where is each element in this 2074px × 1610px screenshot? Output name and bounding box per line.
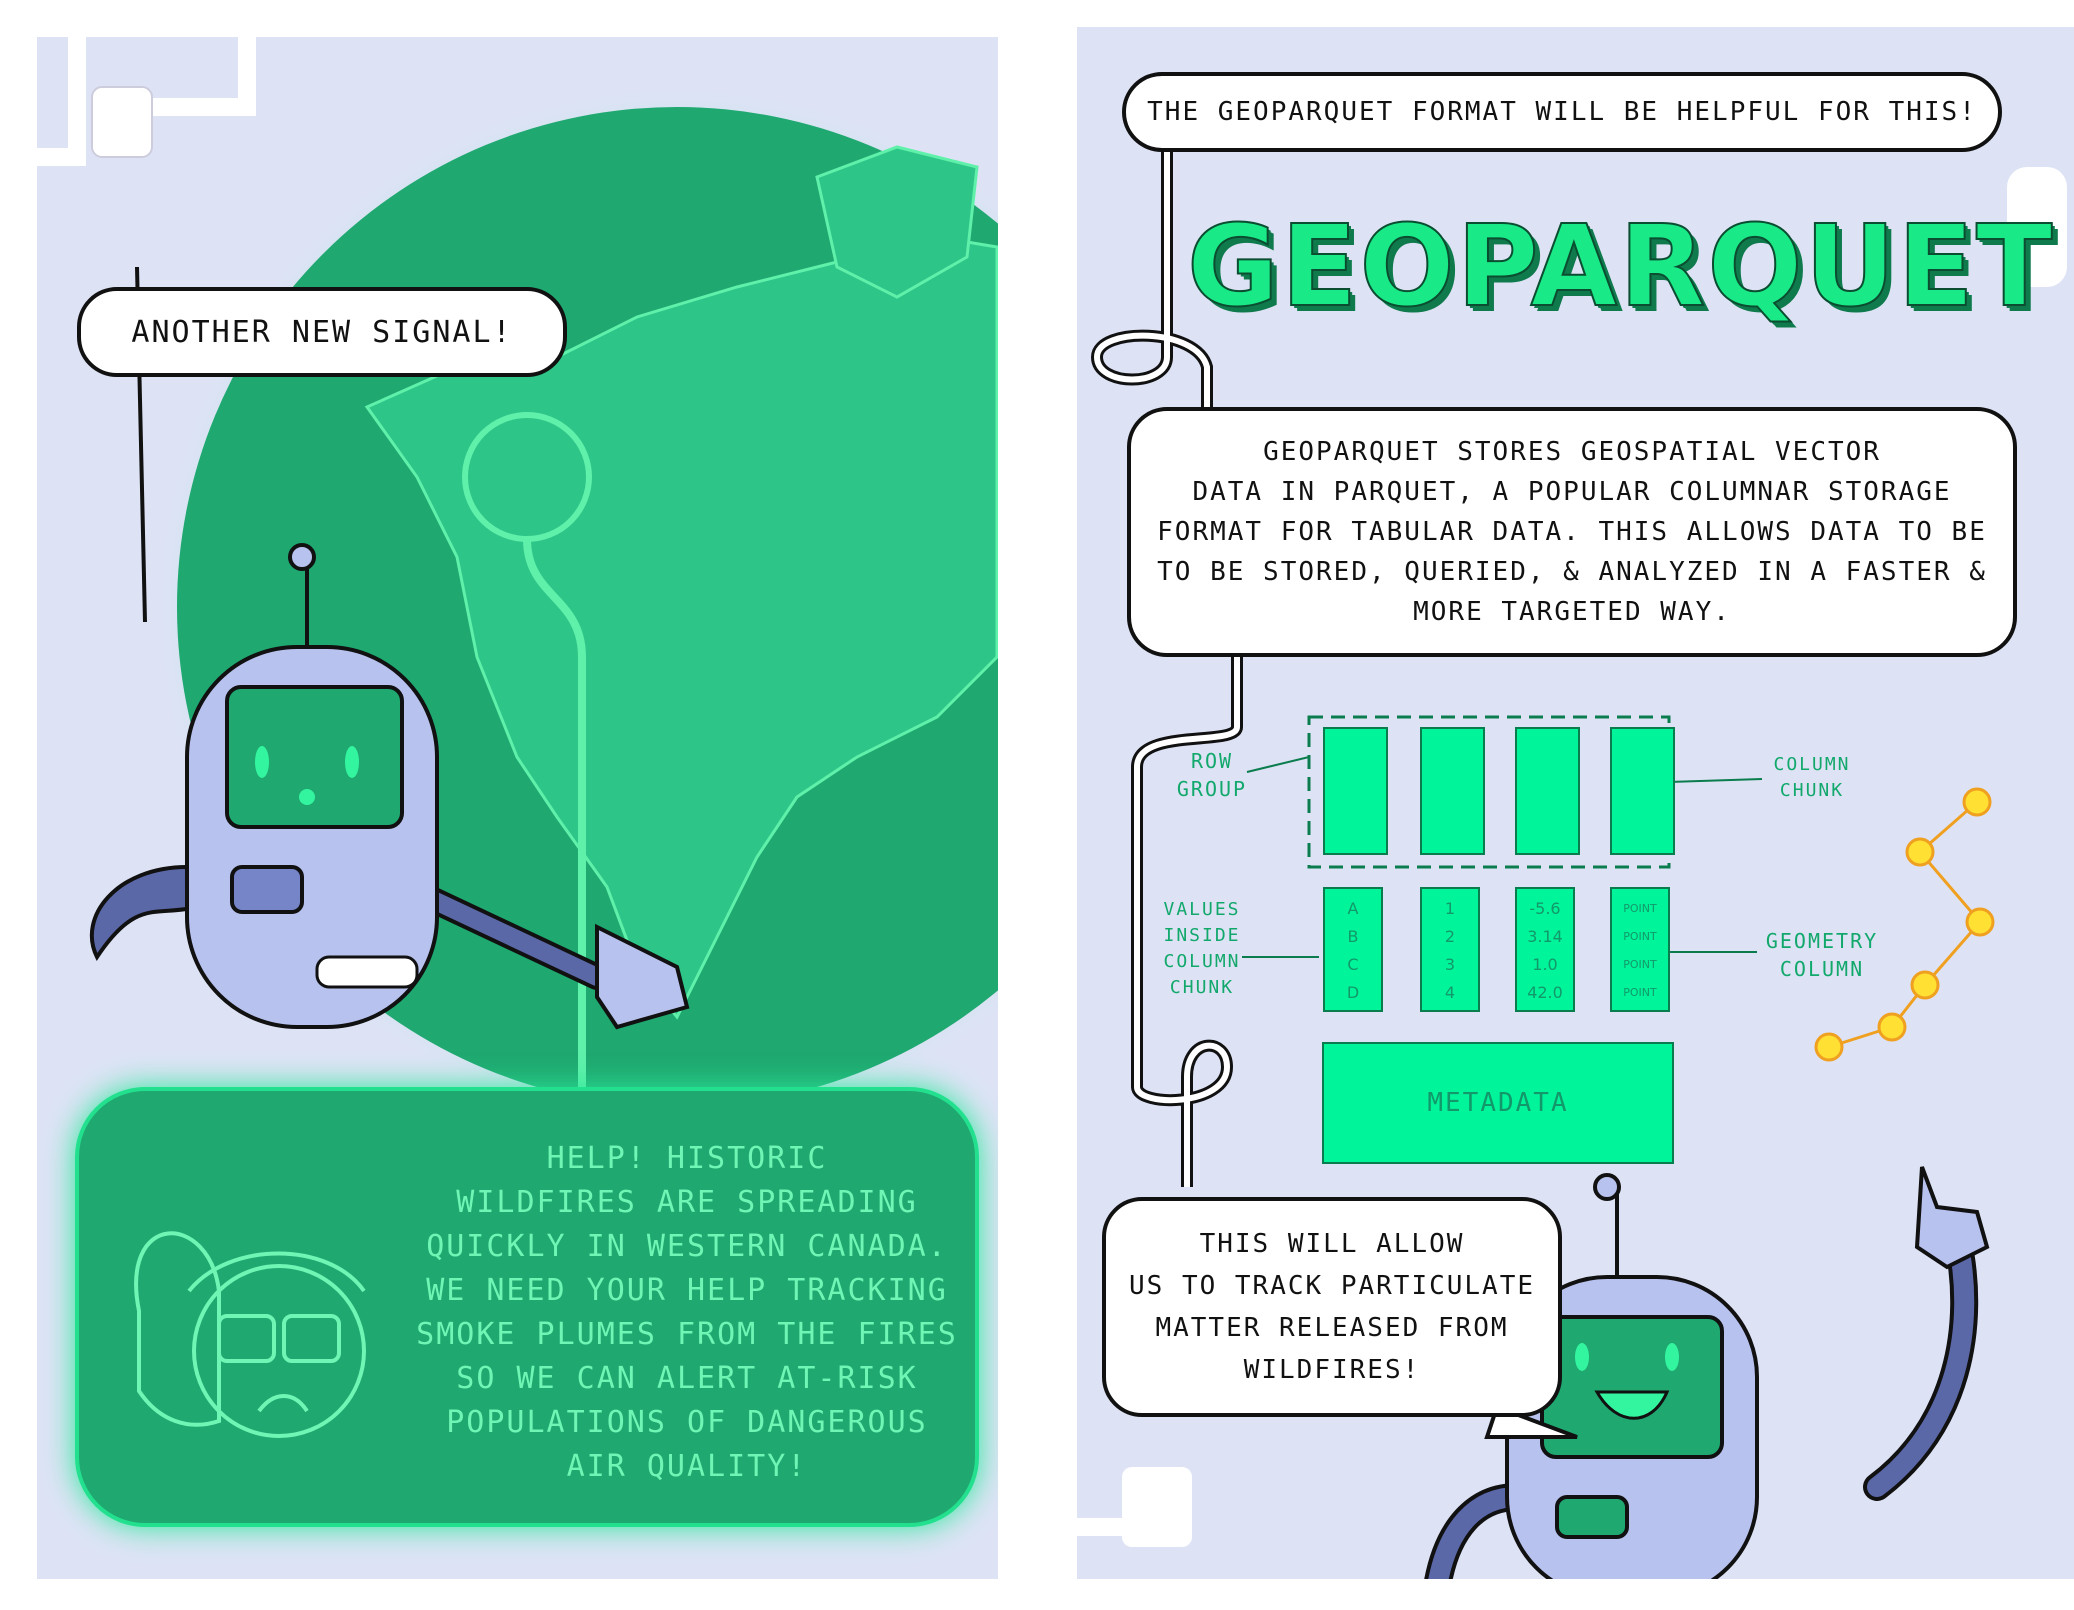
speech-text-top: THE GEOPARQUET FORMAT WILL BE HELPFUL FO… [1147,97,1977,127]
cell-value: POINT [1623,958,1657,971]
wall-panel-icon [1122,1467,1192,1547]
label-line: GROUP [1176,777,1248,801]
metadata-block: METADATA [1322,1042,1674,1164]
label-line: COLUMN [1163,951,1241,972]
speech-text-robot: ANOTHER NEW SIGNAL! [131,314,513,350]
cell-value: C [1347,955,1359,974]
values-column-letters: A B C D [1323,887,1383,1012]
speech-bubble-robot: ANOTHER NEW SIGNAL! [77,287,567,377]
explanation-line: MORE TARGETED WAY. [1413,597,1731,627]
transmission-line: WILDFIRES ARE SPREADING [456,1185,918,1220]
glasses-left-icon [217,1314,276,1363]
cell-value: POINT [1623,930,1657,943]
robot-eye-right [1665,1343,1679,1371]
explanation-line: DATA IN PARQUET, A POPULAR COLUMNAR STOR… [1192,477,1952,507]
geometry-column-label: GEOMETRY COLUMN [1747,927,1897,983]
robot-antenna [1593,1173,1621,1201]
cell-value: 1 [1444,899,1456,918]
cell-value: POINT [1623,986,1657,999]
geoparquet-title: GEOPARQUET [1186,201,2055,333]
speech-line: WILDFIRES! [1243,1355,1421,1385]
column-chunk-label: COLUMN CHUNK [1757,752,1867,804]
column-chunk [1323,727,1388,855]
geometry-points [1814,787,1995,1062]
explanation-line: TO BE STORED, QUERIED, & ANALYZED IN A F… [1157,557,1987,587]
column-chunk [1515,727,1580,855]
robot-eye-left [255,746,269,778]
label-line: CHUNK [1169,977,1235,998]
explanation-bubble: GEOPARQUET STORES GEOSPATIAL VECTOR DATA… [1127,407,2017,657]
robot-pointing-hand [1914,1166,1990,1270]
transmission-line: QUICKLY IN WESTERN CANADA. [426,1229,948,1264]
explanation-line: FORMAT FOR TABULAR DATA. THIS ALLOWS DAT… [1157,517,1987,547]
glasses-right-icon [282,1314,341,1363]
transmission-line: POPULATIONS OF DANGEROUS [446,1405,928,1440]
cell-value: 2 [1444,927,1456,946]
robot-buttons [315,955,419,989]
transmission-line: SMOKE PLUMES FROM THE FIRES [416,1317,958,1352]
row-group-label: ROW GROUP [1167,747,1257,803]
robot-antenna [288,543,316,571]
speech-bubble-bottom: THIS WILL ALLOW US TO TRACK PARTICULATE … [1102,1197,1562,1417]
robot-arm-left [90,865,198,961]
cell-value: -5.6 [1529,899,1561,918]
transmission-line: SO WE CAN ALERT AT-RISK [456,1361,918,1396]
label-line: CHUNK [1779,780,1845,801]
label-line: ROW [1190,749,1234,773]
robot-eye-right [345,746,359,778]
robot-mouth [299,789,315,805]
label-line: GEOMETRY [1765,929,1879,953]
cell-value: POINT [1623,902,1657,915]
cell-value: 3 [1444,955,1456,974]
metadata-label: METADATA [1427,1088,1569,1118]
explanation-line: GEOPARQUET STORES GEOSPATIAL VECTOR [1263,437,1881,467]
label-line: COLUMN [1773,754,1851,775]
cell-value: 1.0 [1532,955,1558,974]
robot-eye-left [1575,1343,1589,1371]
transmission-line: AIR QUALITY! [566,1449,808,1484]
values-column-floats: -5.6 3.14 1.0 42.0 [1515,887,1575,1012]
values-inside-label: VALUES INSIDE COLUMN CHUNK [1147,897,1257,1001]
comic-page-left: ANOTHER NEW SIGNAL! HELP! HISTORIC WILDF… [37,37,998,1579]
wall-panel-icon [91,86,153,158]
speech-line: MATTER RELEASED FROM [1155,1313,1509,1343]
transmission-line: HELP! HISTORIC [546,1141,828,1176]
speech-line: US TO TRACK PARTICULATE [1128,1271,1536,1301]
cell-value: 42.0 [1527,983,1563,1002]
transmission-text: HELP! HISTORIC WILDFIRES ARE SPREADING Q… [387,1137,987,1489]
transmission-line: WE NEED YOUR HELP TRACKING [426,1273,948,1308]
speech-bubble-top: THE GEOPARQUET FORMAT WILL BE HELPFUL FO… [1122,72,2002,152]
cell-value: D [1346,983,1360,1002]
cell-value: B [1347,927,1359,946]
label-line: VALUES [1163,899,1241,920]
values-column-ints: 1 2 3 4 [1420,887,1480,1012]
cell-value: 4 [1444,983,1456,1002]
column-chunk [1610,727,1675,855]
column-chunk [1420,727,1485,855]
label-line: INSIDE [1163,925,1241,946]
cell-value: 3.14 [1527,927,1563,946]
robot-chest-panel [230,865,304,914]
robot-screen [225,685,404,829]
cell-value: A [1347,899,1359,918]
geometry-column-values: POINT POINT POINT POINT [1610,887,1670,1012]
comic-page-right: THE GEOPARQUET FORMAT WILL BE HELPFUL FO… [1077,27,2074,1579]
speech-line: THIS WILL ALLOW [1199,1229,1465,1259]
robot-chest-panel [1555,1495,1629,1539]
label-line: COLUMN [1779,957,1865,981]
